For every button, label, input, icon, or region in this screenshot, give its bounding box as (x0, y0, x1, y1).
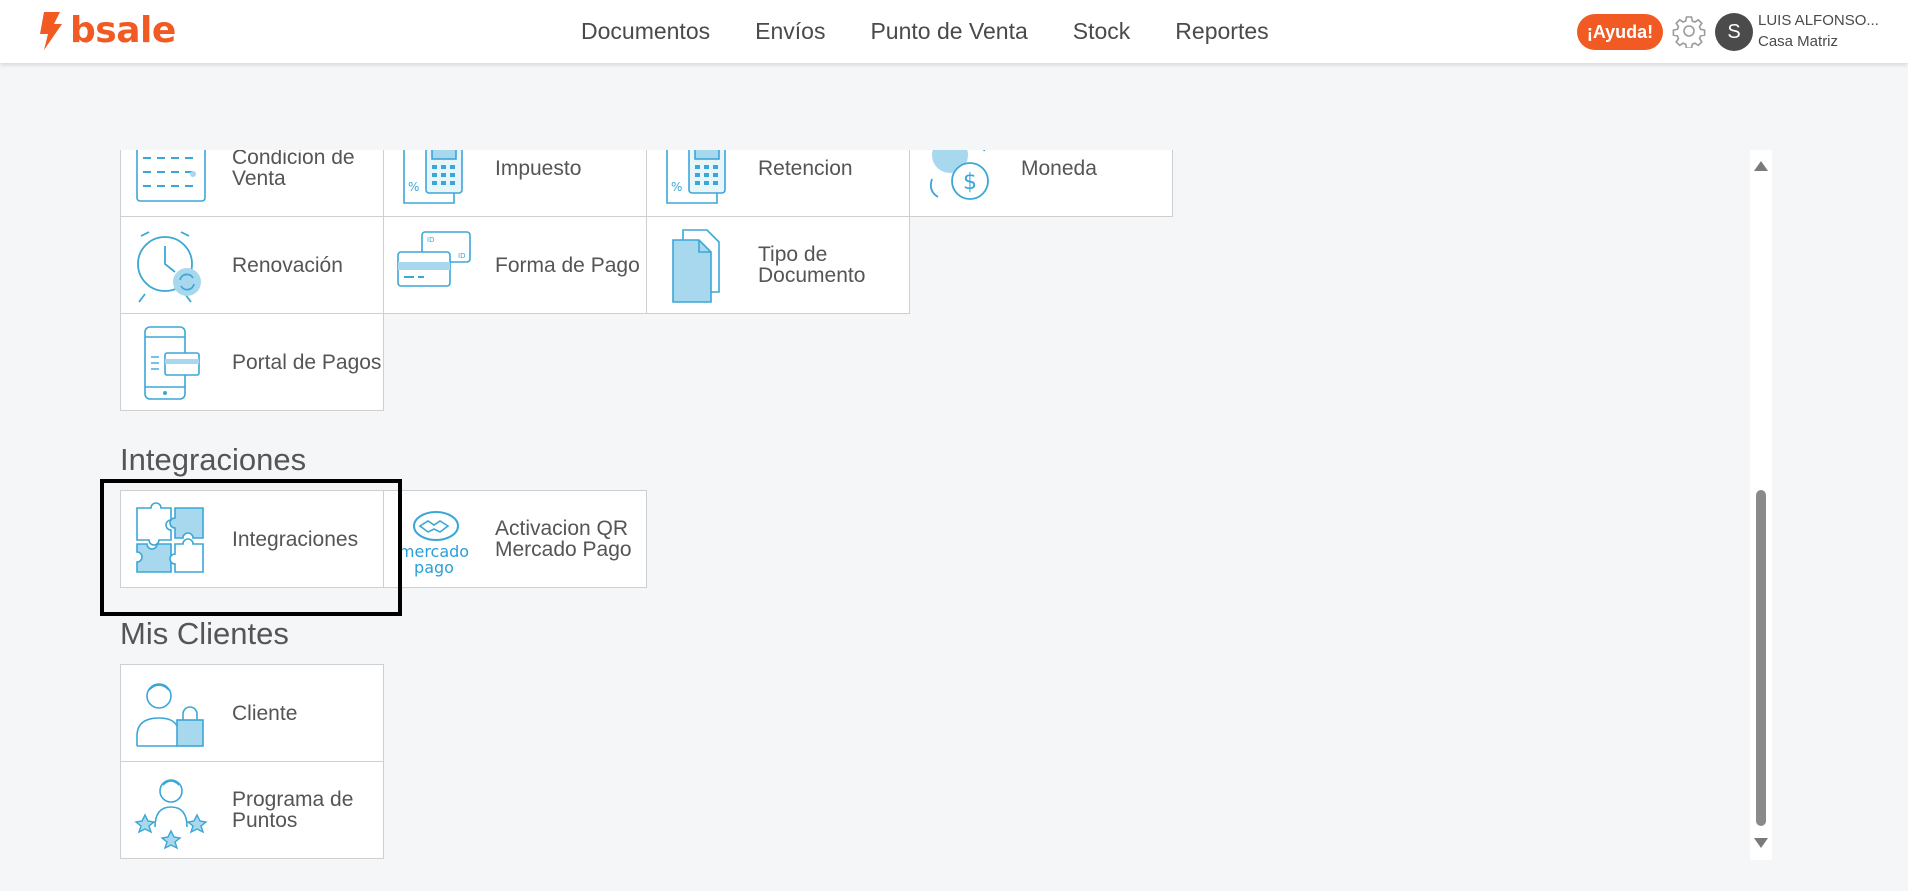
currency-exchange-icon: $ (929, 150, 989, 200)
help-button[interactable]: ¡Ayuda! (1577, 14, 1663, 50)
tile-label: Moneda (1021, 156, 1097, 180)
tile-label: Tipo de Documento (758, 243, 866, 287)
section-title-integraciones: Integraciones (120, 442, 307, 477)
tile-label: Cliente (232, 701, 298, 725)
tile-label: Retencion (758, 156, 853, 180)
avatar[interactable]: S (1715, 13, 1753, 51)
svg-text:%: % (671, 180, 682, 194)
tile-label: Forma de Pago (495, 253, 640, 277)
user-branch: Casa Matriz (1758, 33, 1839, 50)
svg-text:%: % (408, 180, 419, 194)
svg-text:ID: ID (427, 236, 434, 244)
tile-tipo-de-documento[interactable]: Tipo de Documento (646, 216, 910, 314)
top-navbar: bsale Documentos Envíos Punto de Venta S… (0, 0, 1908, 63)
tile-label: Impuesto (495, 156, 582, 180)
nav-envios[interactable]: Envíos (755, 18, 825, 45)
bsale-logo[interactable]: bsale (38, 10, 176, 52)
nav-stock[interactable]: Stock (1073, 18, 1131, 45)
nav-documentos[interactable]: Documentos (581, 18, 710, 45)
scroll-down-arrow-icon[interactable] (1754, 838, 1768, 848)
nav-reportes[interactable]: Reportes (1175, 18, 1268, 45)
tile-renovacion[interactable]: Renovación (120, 216, 384, 314)
tile-label: Integraciones (232, 527, 359, 551)
loyalty-stars-icon (134, 779, 208, 850)
tile-impuesto[interactable]: % Impuesto (383, 150, 647, 217)
tile-moneda[interactable]: $ Moneda (909, 150, 1173, 217)
tax-calculator-icon: % (403, 150, 463, 204)
user-name[interactable]: LUIS ALFONSO... (1758, 12, 1879, 29)
puzzle-icon (136, 502, 204, 573)
brand-name: bsale (70, 10, 176, 51)
tile-condicion-de-venta[interactable]: Condicion de Venta (120, 150, 384, 217)
tile-activacion-qr-mercado-pago[interactable]: mercado pago Activacion QR Mercado Pago (383, 490, 647, 588)
tile-integraciones[interactable]: Integraciones (120, 490, 384, 588)
payment-cards-icon: ID ID (397, 231, 471, 287)
bsale-logo-icon (40, 12, 62, 50)
svg-text:ID: ID (458, 252, 465, 260)
tile-label: Condicion de Venta (232, 150, 355, 190)
mercado-pago-logo-text: mercado pago (398, 542, 470, 577)
calendar-icon (136, 150, 206, 202)
main-nav: Documentos Envíos Punto de Venta Stock R… (581, 0, 1314, 63)
gear-icon[interactable] (1672, 14, 1706, 48)
tile-programa-de-puntos[interactable]: Programa de Puntos (120, 761, 384, 859)
tile-portal-de-pagos[interactable]: Portal de Pagos (120, 313, 384, 411)
mobile-payment-icon (144, 326, 200, 400)
tile-label: Renovación (232, 253, 343, 277)
settings-content: Condicion de Venta % Impuesto % Retencio… (0, 150, 1760, 891)
renewal-clock-icon (137, 231, 201, 303)
customer-icon (136, 683, 204, 747)
retention-calculator-icon: % (666, 150, 726, 204)
scroll-up-arrow-icon[interactable] (1754, 161, 1768, 171)
tile-forma-de-pago[interactable]: ID ID Forma de Pago (383, 216, 647, 314)
svg-text:$: $ (963, 170, 977, 195)
tile-label: Activacion QR Mercado Pago (495, 517, 632, 561)
nav-punto-de-venta[interactable]: Punto de Venta (870, 18, 1027, 45)
document-icon (672, 229, 720, 303)
section-title-mis-clientes: Mis Clientes (120, 616, 289, 651)
tile-cliente[interactable]: Cliente (120, 664, 384, 762)
tile-label: Programa de Puntos (232, 788, 354, 832)
tile-retencion[interactable]: % Retencion (646, 150, 910, 217)
tile-label: Portal de Pagos (232, 350, 382, 374)
scrollbar-thumb[interactable] (1756, 490, 1766, 826)
